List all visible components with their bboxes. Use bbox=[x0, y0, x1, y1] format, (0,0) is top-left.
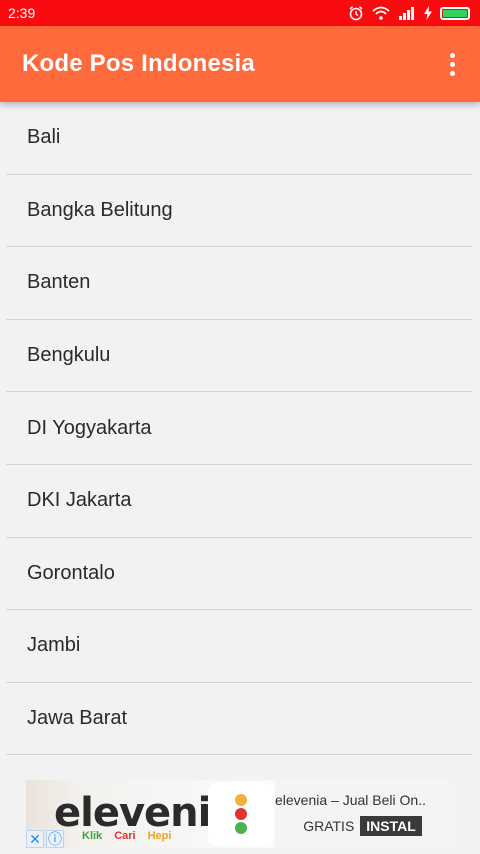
ad-tagline: Klik Cari Hepi bbox=[82, 830, 171, 842]
province-item-gorontalo[interactable]: Gorontalo bbox=[6, 538, 472, 611]
app-title: Kode Pos Indonesia bbox=[22, 50, 255, 77]
ad-cta-prefix: GRATIS bbox=[303, 818, 355, 834]
ad-headline: elevenia – Jual Beli On.. bbox=[275, 792, 426, 808]
status-bar: 2:39 bbox=[0, 0, 480, 26]
province-item-banten[interactable]: Banten bbox=[6, 247, 472, 320]
province-item-jambi[interactable]: Jambi bbox=[6, 610, 472, 683]
ad-tagline-2: Cari bbox=[114, 830, 136, 842]
status-time: 2:39 bbox=[8, 5, 36, 21]
ad-tagline-3: Hepi bbox=[147, 830, 172, 842]
ad-app-logo-icon bbox=[208, 782, 274, 846]
battery-icon bbox=[440, 6, 470, 20]
province-item-dki-jakarta[interactable]: DKI Jakarta bbox=[6, 465, 472, 538]
wifi-icon bbox=[372, 6, 390, 20]
ad-image[interactable]: elevenia Klik Cari Hepi ✕ ⓘ bbox=[26, 780, 275, 848]
ad-info-icon[interactable]: ⓘ bbox=[46, 830, 64, 848]
ad-banner[interactable]: elevenia Klik Cari Hepi ✕ ⓘ elevenia – J… bbox=[26, 780, 454, 848]
ad-controls: ✕ ⓘ bbox=[26, 830, 64, 848]
signal-icon bbox=[399, 7, 414, 20]
province-item-bali[interactable]: Bali bbox=[6, 102, 472, 175]
province-item-bangka-belitung[interactable]: Bangka Belitung bbox=[6, 175, 472, 248]
ad-close-icon[interactable]: ✕ bbox=[26, 830, 44, 848]
province-item-bengkulu[interactable]: Bengkulu bbox=[6, 320, 472, 393]
app-bar: Kode Pos Indonesia bbox=[0, 26, 480, 102]
ad-install-button[interactable]: INSTAL bbox=[360, 816, 422, 836]
alarm-icon bbox=[349, 6, 363, 21]
province-list: Bali Bangka Belitung Banten Bengkulu DI … bbox=[0, 102, 480, 762]
ad-cta: GRATIS INSTAL bbox=[303, 816, 422, 836]
overflow-menu-icon[interactable] bbox=[440, 44, 464, 84]
province-item-jawa-barat[interactable]: Jawa Barat bbox=[6, 683, 472, 756]
province-item-di-yogyakarta[interactable]: DI Yogyakarta bbox=[6, 392, 472, 465]
charging-icon bbox=[424, 6, 432, 20]
ad-tagline-1: Klik bbox=[82, 830, 103, 842]
status-icons bbox=[348, 5, 470, 21]
ad-text: elevenia – Jual Beli On.. GRATIS INSTAL bbox=[275, 792, 454, 836]
